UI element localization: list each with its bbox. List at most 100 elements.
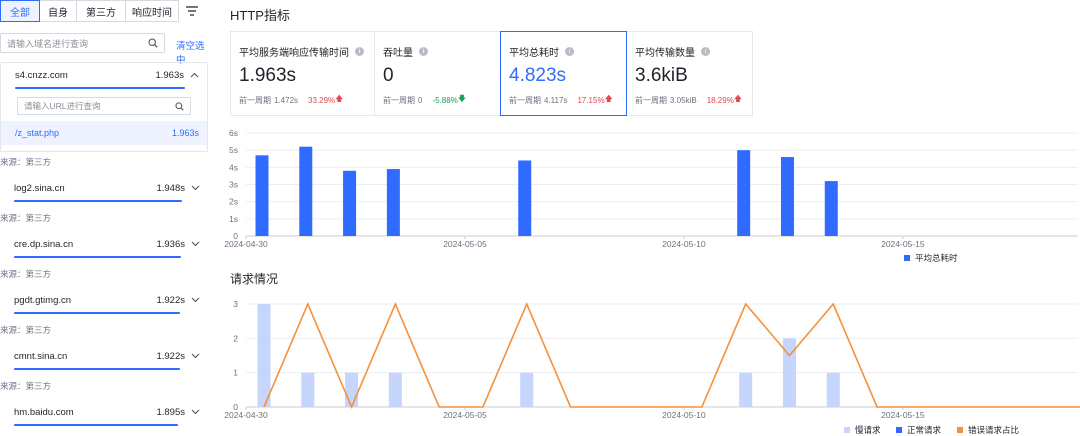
domain-row[interactable]: pgdt.gtimg.cn 1.922s — [0, 288, 208, 312]
url-search-placeholder: 请输入URL进行查询 — [24, 101, 101, 111]
x-tick-label: 2024-05-05 — [443, 410, 487, 420]
metric-compare: 前一周期 1.472s 33.29% 🡅 — [239, 93, 366, 107]
requests-section-title: 请求情况 — [230, 272, 279, 286]
domain-name: cre.dp.sina.cn — [14, 238, 74, 250]
domain-time-bar — [14, 368, 180, 370]
bar-慢请求[interactable] — [388, 372, 402, 407]
legend-label[interactable]: 正常请求 — [907, 425, 942, 435]
y-tick-label: 1s — [229, 214, 238, 224]
line-错误请求占比[interactable] — [263, 301, 1080, 410]
search-icon — [148, 38, 158, 48]
sort-response-time[interactable]: 响应时间 — [125, 0, 179, 22]
metric-label: 平均服务端响应传输时间 — [239, 48, 349, 59]
bar-平均总耗时[interactable] — [824, 181, 838, 236]
domain-time-bar — [14, 200, 182, 202]
legend-swatch — [904, 255, 910, 261]
tab-self[interactable]: 自身 — [39, 0, 77, 22]
info-icon[interactable]: i — [565, 47, 574, 56]
domain-item-hm-baidu[interactable]: hm.baidu.com 1.895s — [0, 400, 208, 426]
legend-label[interactable]: 错误请求占比 — [968, 425, 1019, 435]
domain-source: 来源：第三方 — [0, 325, 52, 335]
metric-card-server-response[interactable]: 平均服务端响应传输时间 i 1.963s 前一周期 1.472s 33.29% … — [230, 31, 375, 116]
prev-value: 0 — [418, 95, 423, 105]
prev-label: 前一周期 — [383, 95, 415, 105]
domain-row[interactable]: hm.baidu.com 1.895s — [0, 400, 208, 424]
bar-慢请求[interactable] — [782, 338, 796, 407]
bar-慢请求[interactable] — [826, 372, 840, 407]
domain-item-log2-sina[interactable]: log2.sina.cn 1.948s — [0, 176, 208, 202]
chevron-down-icon[interactable] — [191, 353, 200, 359]
arrow-up-icon: 🡅 — [335, 94, 344, 103]
change-percent: 33.29% — [308, 95, 336, 105]
domain-name: s4.cnzz.com — [15, 69, 68, 81]
prev-label: 前一周期 — [635, 95, 667, 105]
metric-card-avg-transfer[interactable]: 平均传输数量 i 3.6kiB 前一周期 3.05kiB 18.29% 🡅 — [626, 31, 753, 116]
tab-all[interactable]: 全部 — [0, 0, 40, 22]
y-tick-label: 2s — [229, 197, 238, 207]
domain-time: 1.948s — [156, 182, 185, 194]
domain-item-cmnt-sina[interactable]: cmnt.sina.cn 1.922s — [0, 344, 208, 370]
metric-compare: 前一周期 4.117s 17.15% 🡅 — [509, 93, 618, 107]
change-percent: -5.88% — [432, 95, 458, 105]
bar-平均总耗时[interactable] — [343, 170, 357, 236]
bar-慢请求[interactable] — [739, 372, 753, 407]
bar-慢请求[interactable] — [257, 304, 271, 407]
metric-label: 平均传输数量 — [635, 48, 695, 59]
domain-search-input[interactable]: 请输入域名进行查询 — [0, 33, 165, 53]
domain-row[interactable]: s4.cnzz.com 1.963s — [1, 63, 207, 87]
requests-chart: 01232024-04-30 2024-05-05 2024-05-10 2024-0… — [224, 299, 1080, 435]
x-tick-label: 2024-05-10 — [662, 410, 706, 420]
url-time: 1.963s — [171, 128, 199, 138]
x-tick-label: 2024-05-15 — [881, 410, 925, 420]
bar-平均总耗时[interactable] — [780, 157, 794, 236]
filter-tabs: 全部 自身 第三方 响应时间 — [0, 0, 206, 22]
domain-time: 1.922s — [156, 294, 185, 306]
chevron-down-icon[interactable] — [191, 185, 200, 191]
bar-慢请求[interactable] — [345, 372, 359, 407]
chevron-down-icon[interactable] — [191, 409, 200, 415]
url-search-input[interactable]: 请输入URL进行查询 — [17, 97, 191, 115]
y-tick-label: 1 — [233, 368, 238, 378]
domain-source: 来源：第三方 — [0, 381, 52, 391]
domain-row[interactable]: cre.dp.sina.cn 1.936s — [0, 232, 208, 256]
bar-平均总耗时[interactable] — [299, 146, 313, 236]
domain-panel: 全部 自身 第三方 响应时间 请输入域名进行查询 清空选中 s4.cnzz.co… — [0, 0, 212, 436]
metric-card-throughput[interactable]: 吞吐量 i 0 前一周期 0 -5.88% 🡇 — [374, 31, 501, 116]
info-icon[interactable]: i — [355, 47, 364, 56]
bar-平均总耗时[interactable] — [737, 150, 751, 236]
domain-time-bar — [14, 424, 178, 426]
tab-third-party[interactable]: 第三方 — [76, 0, 126, 22]
metric-card-avg-total-time[interactable]: 平均总耗时 i 4.823s 前一周期 4.117s 17.15% 🡅 — [500, 31, 627, 116]
x-tick-label: 2024-05-15 — [881, 239, 925, 249]
domain-row[interactable]: log2.sina.cn 1.948s — [0, 176, 208, 200]
metric-label-row: 吞吐量 i — [383, 44, 492, 59]
domain-time: 1.922s — [156, 350, 185, 362]
domain-name: hm.baidu.com — [14, 406, 74, 418]
bar-平均总耗时[interactable] — [255, 155, 269, 236]
domain-item-pgdt-gtimg[interactable]: pgdt.gtimg.cn 1.922s — [0, 288, 208, 314]
legend-label[interactable]: 慢请求 — [855, 425, 881, 435]
metric-label-row: 平均服务端响应传输时间 i — [239, 44, 366, 59]
bar-平均总耗时[interactable] — [518, 160, 532, 236]
info-icon[interactable]: i — [701, 47, 710, 56]
legend-label[interactable]: 平均总耗时 — [915, 253, 958, 263]
chevron-down-icon[interactable] — [191, 297, 200, 303]
url-item[interactable]: /z_stat.php 1.963s — [1, 121, 207, 145]
chevron-down-icon[interactable] — [191, 241, 200, 247]
bar-慢请求[interactable] — [520, 372, 534, 407]
bar-慢请求[interactable] — [301, 372, 315, 407]
bar-平均总耗时[interactable] — [386, 169, 400, 236]
y-tick-label: 3s — [229, 180, 238, 190]
chevron-up-icon[interactable] — [190, 72, 199, 78]
metric-label-row: 平均传输数量 i — [635, 44, 744, 59]
domain-time: 1.936s — [156, 238, 185, 250]
url-name: /z_stat.php — [15, 128, 60, 138]
domain-item-cre-dp-sina[interactable]: cre.dp.sina.cn 1.936s — [0, 232, 208, 258]
domain-time: 1.963s — [155, 69, 184, 81]
domain-item-s4-cnzz[interactable]: s4.cnzz.com 1.963s 请输入URL进行查询 /z_stat.ph… — [0, 62, 208, 152]
domain-row[interactable]: cmnt.sina.cn 1.922s — [0, 344, 208, 368]
domain-name: log2.sina.cn — [14, 182, 65, 194]
domain-name: cmnt.sina.cn — [14, 350, 68, 362]
info-icon[interactable]: i — [419, 47, 428, 56]
filter-lines-icon[interactable] — [178, 0, 206, 22]
